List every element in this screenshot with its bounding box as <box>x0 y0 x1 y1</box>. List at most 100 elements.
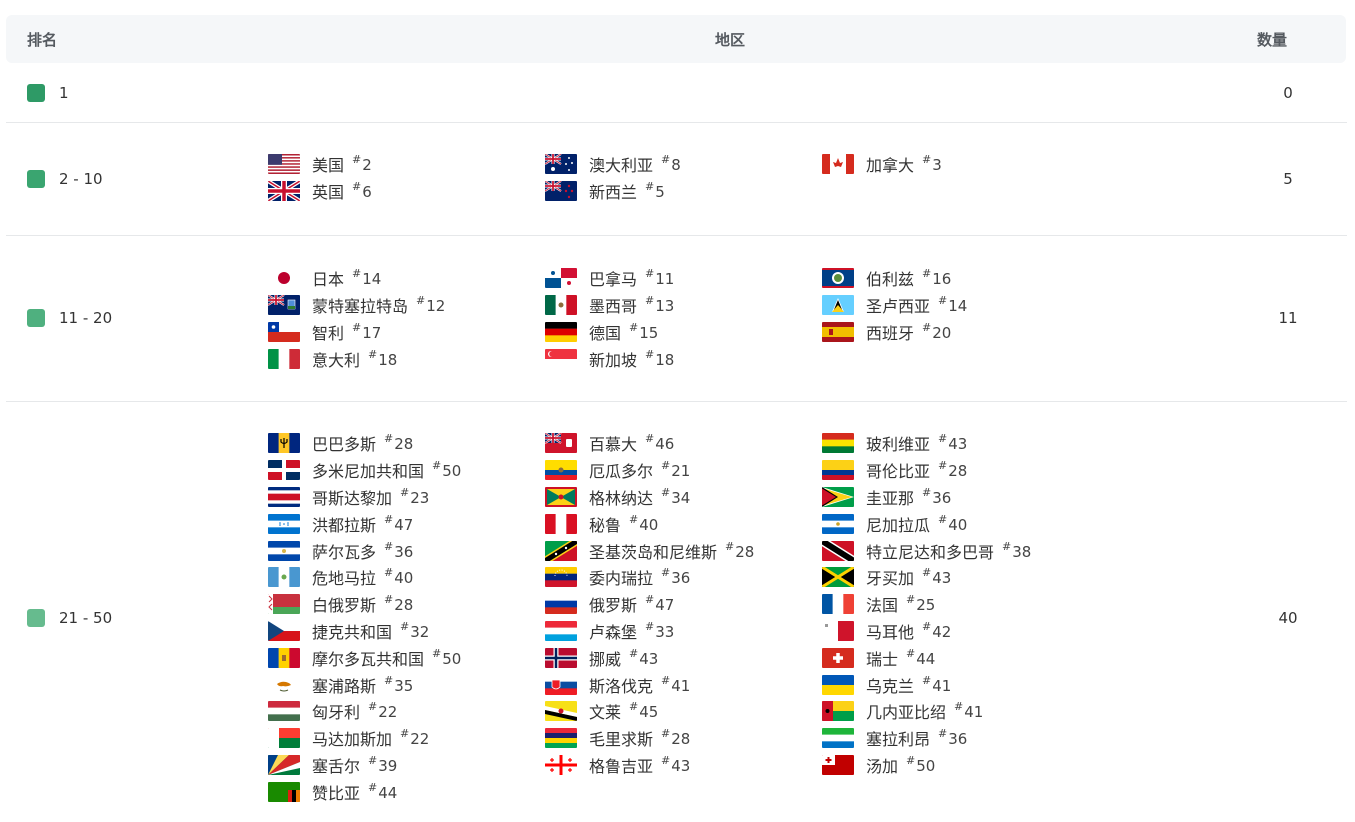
flag-mg-icon <box>268 728 300 749</box>
country-rank: #50 <box>906 754 935 775</box>
country-name: 卢森堡 <box>589 622 638 642</box>
flag-do-icon <box>268 460 300 481</box>
country-name: 巴巴多斯 <box>312 435 377 455</box>
country-rank: #36 <box>661 566 690 587</box>
rank-hash-symbol: # <box>645 267 655 281</box>
flag-bm-icon <box>545 433 577 454</box>
country-name: 马达加斯加 <box>312 730 393 750</box>
country-item: 加拿大 #3 <box>822 151 1098 178</box>
rank-number: 28 <box>735 542 755 561</box>
country-rank: #36 <box>938 727 967 748</box>
country-item: 多米尼加共和国 #50 <box>268 457 544 484</box>
rank-hash-symbol: # <box>938 294 948 308</box>
country-name: 西班牙 <box>866 323 915 343</box>
country-rank: #17 <box>352 321 381 342</box>
rank-hash-symbol: # <box>384 512 394 526</box>
rank-cell: 1 <box>27 84 69 102</box>
country-rank: #33 <box>645 619 675 641</box>
rank-hash-symbol: # <box>661 727 671 741</box>
rank-hash-symbol: # <box>432 646 442 660</box>
country-name: 伯利兹 <box>866 270 915 290</box>
country-item: 圣基茨岛和尼维斯 #28 <box>545 537 821 564</box>
country-name: 毛里求斯 <box>589 730 654 750</box>
country-item: 秘鲁 #40 <box>545 510 821 537</box>
rank-number: 34 <box>671 488 691 507</box>
country-name: 圭亚那 <box>866 488 915 508</box>
country-item: 哥斯达黎加 #23 <box>268 484 544 511</box>
country-rank: #43 <box>661 753 690 775</box>
header-region: 地区 <box>715 31 746 49</box>
table-row: 11 - 20 日本 #14 蒙特塞拉特岛 #12 智利 #17 意大利 #18 巴拿马 #11 墨… <box>6 236 1347 402</box>
rank-number: 32 <box>410 622 430 641</box>
country-item: 哥伦比亚 #28 <box>822 457 1098 484</box>
country-rank: #18 <box>368 348 397 369</box>
flag-mx-icon <box>545 295 577 316</box>
country-rank: #47 <box>384 512 414 534</box>
rank-hash-symbol: # <box>922 673 932 687</box>
rank-number: 12 <box>426 297 446 316</box>
flag-au-icon <box>545 154 577 175</box>
country-name: 塞舌尔 <box>312 756 361 776</box>
rank-hash-symbol: # <box>661 485 671 499</box>
country-item: 几内亚比绍 #41 <box>822 698 1098 725</box>
rank-number: 36 <box>394 542 414 561</box>
country-name: 蒙特塞拉特岛 <box>312 297 409 317</box>
country-name: 瑞士 <box>866 649 899 669</box>
region-column: 巴巴多斯 #28 多米尼加共和国 #50 哥斯达黎加 #23 洪都拉斯 #47 萨尔瓦多 #36 危… <box>268 430 544 805</box>
country-item: 捷克共和国 #32 <box>268 618 544 645</box>
flag-ve-icon <box>545 567 577 588</box>
country-rank: #41 <box>954 700 984 722</box>
rank-hash-symbol: # <box>661 753 671 767</box>
rank-number: 47 <box>394 515 414 534</box>
rank-hash-symbol: # <box>1002 539 1012 553</box>
country-name: 特立尼达和多巴哥 <box>866 542 995 562</box>
country-rank: #28 <box>661 727 690 748</box>
country-item: 塞舌尔 #39 <box>268 752 544 779</box>
rank-number: 28 <box>394 435 414 454</box>
rank-hash-symbol: # <box>661 459 671 473</box>
country-item: 圭亚那 #36 <box>822 484 1098 511</box>
rank-number: 46 <box>655 435 675 454</box>
rank-number: 33 <box>655 622 675 641</box>
flag-us-icon <box>268 154 300 175</box>
flag-pa-icon <box>545 268 577 289</box>
flag-co-icon <box>822 460 854 481</box>
country-item: 白俄罗斯 #28 <box>268 591 544 618</box>
rank-hash-symbol: # <box>938 512 948 526</box>
country-rank: #43 <box>629 647 659 668</box>
country-name: 尼加拉瓜 <box>866 515 931 535</box>
rank-hash-symbol: # <box>384 566 394 580</box>
rank-hash-symbol: # <box>400 727 410 741</box>
rank-number: 15 <box>639 323 659 342</box>
flag-ch-icon <box>822 647 854 668</box>
country-item: 俄罗斯 #47 <box>545 591 821 618</box>
flag-mu-icon <box>545 728 577 749</box>
country-item: 洪都拉斯 #47 <box>268 510 544 537</box>
country-item: 厄瓜多尔 #21 <box>545 457 821 484</box>
country-name: 斯洛伐克 <box>589 676 654 696</box>
country-rank: #15 <box>629 321 659 342</box>
rank-number: 41 <box>964 703 984 722</box>
rank-hash-symbol: # <box>661 673 671 687</box>
country-item: 意大利 #18 <box>268 345 544 372</box>
rank-hash-symbol: # <box>645 619 655 633</box>
rank-number: 43 <box>639 649 659 668</box>
country-name: 挪威 <box>589 649 622 669</box>
country-name: 秘鲁 <box>589 515 622 535</box>
rank-color-swatch <box>27 309 45 327</box>
rank-cell: 11 - 20 <box>27 309 112 327</box>
country-item: 德国 #15 <box>545 319 821 346</box>
country-item: 格鲁吉亚 #43 <box>545 752 821 779</box>
country-name: 洪都拉斯 <box>312 515 377 535</box>
country-rank: #34 <box>661 485 691 507</box>
country-item: 伯利兹 #16 <box>822 265 1098 292</box>
country-rank: #43 <box>938 432 967 453</box>
country-item: 美国 #2 <box>268 151 544 178</box>
flag-sg-icon <box>545 348 577 369</box>
rank-hash-symbol: # <box>368 780 378 794</box>
rank-number: 50 <box>442 649 462 668</box>
country-name: 格林纳达 <box>589 488 654 508</box>
country-rank: #28 <box>384 432 414 454</box>
region-column: 百慕大 #46 厄瓜多尔 #21 格林纳达 #34 秘鲁 #40 圣基茨岛和尼维斯 #28 委内瑞拉… <box>545 430 821 778</box>
country-item: 卢森堡 #33 <box>545 618 821 645</box>
